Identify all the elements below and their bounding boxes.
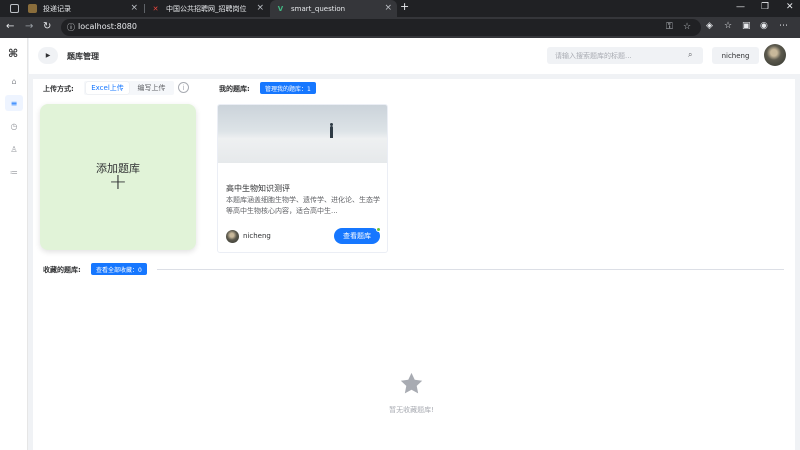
favicon-jobs-icon: ✕ [152,4,159,13]
tab-title: 中国公共招聘网_招聘岗位 [166,4,247,13]
status-dot-icon [376,227,381,232]
app-logo-icon[interactable]: ⌘ [8,47,18,60]
restore-icon[interactable]: ❐ [761,2,769,12]
info-icon[interactable]: i [178,82,189,93]
section-divider [157,269,784,270]
close-icon[interactable]: × [130,3,138,13]
address-bar[interactable]: ⓘ localhost:8080 ⚿ ☆ [61,19,701,36]
list-icon[interactable]: ≡ [5,95,23,111]
tab-title: smart_question [291,4,346,13]
bookmark-star-icon[interactable]: ☆ [683,22,691,32]
browser-toolbar: ← → ↻ ⓘ localhost:8080 ⚿ ☆ ◈ ☆ ▣ ◉ ⋯ [0,17,800,38]
reload-icon[interactable]: ↻ [43,21,51,32]
url-text[interactable]: localhost:8080 [78,22,137,31]
site-info-icon[interactable]: ⓘ [67,22,75,33]
browser-tab-bar: 投递记录 × ✕ 中国公共招聘网_招聘岗位 × V smart_question… [0,0,800,17]
owner-avatar [226,230,239,243]
clock-icon[interactable]: ◷ [5,118,23,134]
home-icon[interactable]: ⌂ [5,73,23,89]
favorites-icon[interactable]: ☆ [724,21,732,31]
close-icon[interactable]: × [384,3,392,13]
page-header: ▶ 题库管理 ⌕ nicheng [29,38,800,74]
back-icon[interactable]: ← [6,21,14,32]
tab-title: 投递记录 [43,4,71,13]
view-bank-button[interactable]: 查看题库 [334,228,380,244]
search-input[interactable] [547,47,703,64]
window-close-icon[interactable]: ✕ [786,2,794,12]
key-icon[interactable]: ⚿ [666,22,673,32]
tab-overview-button[interactable] [4,0,20,17]
flask-icon[interactable]: ♙ [5,141,23,157]
empty-favorites-text: 暂无收藏题库! [389,406,434,414]
more-menu-icon[interactable]: ⋯ [779,21,788,31]
forward-icon[interactable]: → [25,21,33,32]
main-content: 上传方式: Excel上传 编写上传 i 我的题库: 管理我的题库：1 添加题库… [33,79,795,450]
avatar[interactable] [764,44,786,66]
view-all-favorites-tag[interactable]: 查看全部收藏：0 [91,263,147,275]
owner-name: nicheng [243,232,271,240]
close-icon[interactable]: × [256,3,264,13]
app-viewport: ⌘ ⌂ ≡ ◷ ♙ ≔ ▶ 题库管理 ⌕ nicheng 上传方式: Excel… [0,38,800,450]
upload-method-segmented: Excel上传 编写上传 [84,81,174,95]
my-banks-label: 我的题库: [219,85,250,93]
manual-upload-option[interactable]: 编写上传 [130,82,173,94]
profile-icon[interactable]: ◉ [760,21,768,31]
favicon-vue-icon: V [277,4,284,13]
page-title: 题库管理 [67,52,99,61]
empty-star-icon [400,372,423,394]
bank-cover-image [218,105,387,163]
extensions-icon[interactable]: ◈ [706,21,713,31]
upload-method-label: 上传方式: [43,85,74,93]
tab-public-jobs[interactable]: ✕ 中国公共招聘网_招聘岗位 × [145,0,269,17]
manage-my-banks-tag[interactable]: 管理我的题库：1 [260,82,316,94]
tab-list-icon [10,4,19,13]
left-nav: ⌘ ⌂ ≡ ◷ ♙ ≔ [0,38,28,450]
bank-title: 高中生物知识测评 [226,184,290,193]
sort-icon[interactable]: ≔ [5,164,23,180]
plus-icon: + [108,170,128,195]
search-icon[interactable]: ⌕ [688,50,692,60]
minimize-icon[interactable]: — [736,2,745,12]
bank-description: 本题库涵盖细胞生物学、遗传学、进化论、生态学等高中生物核心内容，适合高中生... [226,196,380,215]
username-button[interactable]: nicheng [712,47,759,64]
tab-smart-question[interactable]: V smart_question × [270,0,397,17]
cover-figure-body [330,126,333,138]
new-tab-button[interactable]: + [400,0,409,13]
add-bank-card[interactable]: 添加题库 + [40,104,196,250]
favicon-records-icon [28,4,37,13]
collapse-toggle-button[interactable]: ▶ [38,47,58,64]
collections-icon[interactable]: ▣ [742,21,751,31]
favorites-label: 收藏的题库: [43,266,81,274]
tab-delivery-records[interactable]: 投递记录 × [22,0,143,17]
bank-card[interactable]: 高中生物知识测评 本题库涵盖细胞生物学、遗传学、进化论、生态学等高中生物核心内容… [217,104,388,253]
excel-upload-option[interactable]: Excel上传 [86,82,129,94]
